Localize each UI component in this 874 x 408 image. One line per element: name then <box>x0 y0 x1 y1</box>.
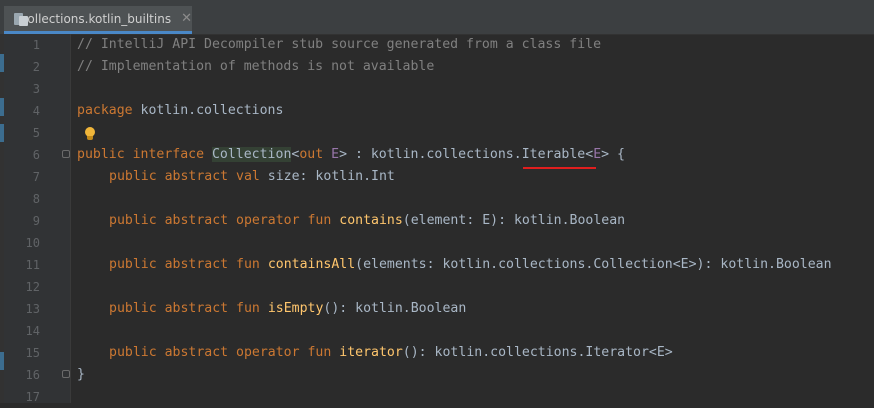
line-number: 6 <box>32 148 40 162</box>
line-number-gutter[interactable]: 1 2 3 4 5 6 7 8 9 10 11 12 13 14 15 16 1… <box>4 34 71 404</box>
kotlin-file-icon <box>14 12 28 26</box>
line-number: 10 <box>25 236 40 250</box>
keyword: public abstract fun <box>109 301 260 316</box>
close-icon[interactable]: ✕ <box>181 11 192 26</box>
line-number: 16 <box>25 368 40 382</box>
line-number: 17 <box>25 390 40 404</box>
function-name: isEmpty <box>267 301 324 316</box>
line-number: 13 <box>25 302 40 316</box>
code-line-13: public abstract fun isEmpty(): kotlin.Bo… <box>109 298 466 320</box>
iterable-reference[interactable]: Iterable <box>522 147 586 162</box>
keyword: public abstract val <box>109 169 260 184</box>
line-number: 15 <box>25 346 40 360</box>
line-number: 4 <box>32 104 40 118</box>
tab-title: collections.kotlin_builtins <box>20 11 172 26</box>
keyword: public abstract operator fun <box>109 345 332 360</box>
signature: (): kotlin.collections.Iterator<E> <box>402 345 673 360</box>
package-name: kotlin.collections <box>132 103 284 118</box>
fold-toggle-icon[interactable] <box>62 370 70 378</box>
keyword: public abstract fun <box>109 257 260 272</box>
property-decl: size: kotlin.Int <box>259 169 395 184</box>
signature: (elements: kotlin.collections.Collection… <box>355 257 832 272</box>
line-number: 14 <box>25 324 40 338</box>
code-line-9: public abstract operator fun contains(el… <box>109 210 625 232</box>
punct: < <box>585 147 594 162</box>
code-line-7: public abstract val size: kotlin.Int <box>109 166 395 188</box>
line-number: 2 <box>32 60 40 74</box>
keyword: public <box>77 147 125 162</box>
line-number: 1 <box>32 38 40 52</box>
type-param: E <box>593 147 602 162</box>
function-name: contains <box>339 213 403 228</box>
editor-tab-bar: collections.kotlin_builtins ✕ <box>0 0 874 35</box>
keyword: public abstract operator fun <box>109 213 332 228</box>
function-name: containsAll <box>267 257 356 272</box>
keyword: interface <box>124 147 212 162</box>
code-editor[interactable]: // IntelliJ API Decompiler stub source g… <box>77 34 874 403</box>
type-param: E <box>331 147 340 162</box>
function-name: iterator <box>339 345 403 360</box>
fold-toggle-icon[interactable] <box>62 150 70 158</box>
line-number: 8 <box>32 192 40 206</box>
keyword: package <box>77 103 133 118</box>
signature: (element: E): kotlin.Boolean <box>402 213 626 228</box>
punct: > { <box>601 147 625 162</box>
code-line-16: } <box>77 367 85 382</box>
code-line-1: // IntelliJ API Decompiler stub source g… <box>77 37 602 52</box>
tab-collections-kotlin-builtins[interactable]: collections.kotlin_builtins ✕ <box>4 6 192 34</box>
signature: (): kotlin.Boolean <box>323 301 467 316</box>
line-number: 12 <box>25 280 40 294</box>
code-line-15: public abstract operator fun iterator():… <box>109 342 673 364</box>
keyword: out <box>299 147 324 162</box>
line-number: 7 <box>32 170 40 184</box>
line-number: 5 <box>32 126 40 140</box>
code-line-6: public interface Collection<out E> : kot… <box>77 144 625 166</box>
error-underline <box>523 167 596 169</box>
interface-name: Collection <box>211 147 292 162</box>
code-line-4: package kotlin.collections <box>77 100 283 122</box>
code-line-2: // Implementation of methods is not avai… <box>77 59 435 74</box>
line-number: 3 <box>32 82 40 96</box>
code-line-11: public abstract fun containsAll(elements… <box>109 254 832 276</box>
supertype-prefix: > : kotlin.collections. <box>339 147 522 162</box>
line-number: 9 <box>32 214 40 228</box>
line-number: 11 <box>25 258 40 272</box>
